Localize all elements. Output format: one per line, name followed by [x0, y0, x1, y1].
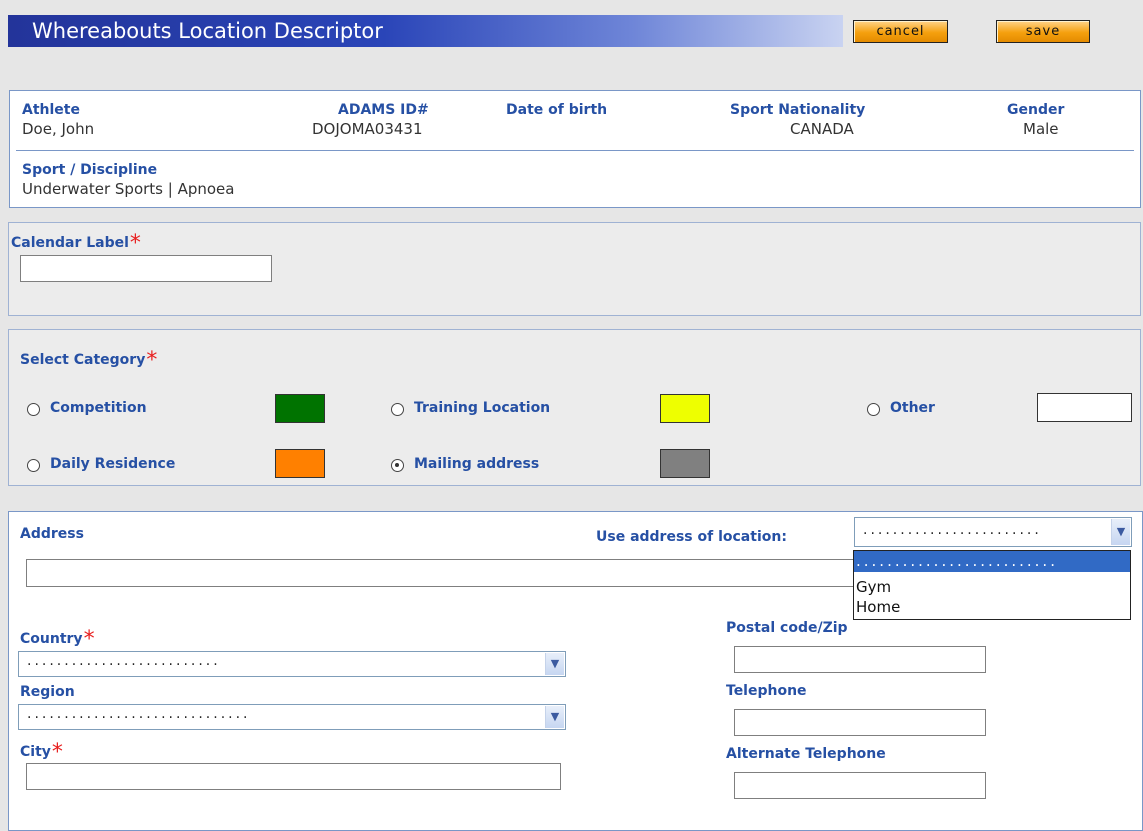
training-location-label: Training Location [414, 400, 551, 416]
other-label: Other [890, 400, 935, 416]
calendar-label: Calendar Label* [11, 231, 141, 256]
gender-value: Male [1023, 120, 1059, 138]
radio-other[interactable] [867, 403, 880, 416]
country-select-value: .......................... [27, 653, 221, 669]
daily-residence-color-swatch [275, 449, 325, 478]
daily-residence-label: Daily Residence [50, 456, 176, 472]
country-label: Country* [20, 627, 95, 652]
nationality-value: CANADA [790, 120, 854, 138]
postal-code-label: Postal code/Zip [726, 620, 848, 636]
required-mark: * [51, 740, 63, 765]
athlete-label: Athlete [22, 102, 80, 118]
dropdown-option-home[interactable]: Home [854, 597, 1130, 618]
chevron-down-icon[interactable]: ▼ [1111, 519, 1130, 545]
required-mark: * [83, 627, 95, 652]
dropdown-option[interactable]: .......................... [854, 551, 1130, 572]
cancel-button[interactable]: cancel [853, 20, 948, 43]
mailing-address-color-swatch [660, 449, 710, 478]
alternate-telephone-input[interactable] [734, 772, 986, 799]
calendar-panel: Calendar Label* [8, 222, 1141, 316]
use-address-dropdown-list: .......................... Gym Home [853, 550, 1131, 620]
city-input[interactable] [26, 763, 561, 790]
adams-id-label: ADAMS ID# [338, 102, 429, 118]
address-input[interactable] [26, 559, 886, 587]
use-address-of-location-label: Use address of location: [596, 529, 787, 545]
radio-daily-residence[interactable] [27, 459, 40, 472]
telephone-label: Telephone [726, 683, 807, 699]
calendar-label-input[interactable] [20, 255, 272, 282]
radio-training-location[interactable] [391, 403, 404, 416]
mailing-address-label: Mailing address [414, 456, 540, 472]
alternate-telephone-label: Alternate Telephone [726, 746, 886, 762]
adams-id-value: DOJOMA03431 [312, 120, 423, 138]
telephone-input[interactable] [734, 709, 986, 736]
dob-label: Date of birth [506, 102, 608, 118]
divider [16, 150, 1134, 151]
radio-mailing-address[interactable] [391, 459, 404, 472]
sport-label: Sport / Discipline [22, 162, 158, 178]
other-color-swatch [1037, 393, 1132, 422]
country-select[interactable]: .......................... ▼ [18, 651, 566, 677]
region-label: Region [20, 684, 75, 700]
athlete-info-panel: Athlete Doe, John ADAMS ID# DOJOMA03431 … [9, 90, 1141, 208]
nationality-label: Sport Nationality [730, 102, 866, 118]
sport-value: Underwater Sports | Apnoea [22, 180, 235, 198]
chevron-down-icon[interactable]: ▼ [545, 706, 564, 728]
postal-code-input[interactable] [734, 646, 986, 673]
use-address-of-location-select[interactable]: ........................ ▼ [854, 517, 1132, 547]
address-label: Address [20, 526, 84, 542]
use-address-select-value: ........................ [863, 522, 1042, 538]
select-category-label: Select Category* [20, 348, 158, 373]
competition-color-swatch [275, 394, 325, 423]
city-label: City* [20, 740, 63, 765]
gender-label: Gender [1007, 102, 1065, 118]
athlete-name: Doe, John [22, 120, 95, 138]
dropdown-option-gym[interactable]: Gym [854, 577, 1130, 598]
category-panel: Select Category* Competition Training Lo… [8, 329, 1141, 486]
page-title: Whereabouts Location Descriptor [8, 15, 843, 47]
region-select-value: .............................. [27, 706, 251, 722]
required-mark: * [129, 231, 141, 256]
required-mark: * [146, 348, 158, 373]
chevron-down-icon[interactable]: ▼ [545, 653, 564, 675]
region-select[interactable]: .............................. ▼ [18, 704, 566, 730]
radio-competition[interactable] [27, 403, 40, 416]
save-button[interactable]: save [996, 20, 1090, 43]
training-location-color-swatch [660, 394, 710, 423]
competition-label: Competition [50, 400, 147, 416]
